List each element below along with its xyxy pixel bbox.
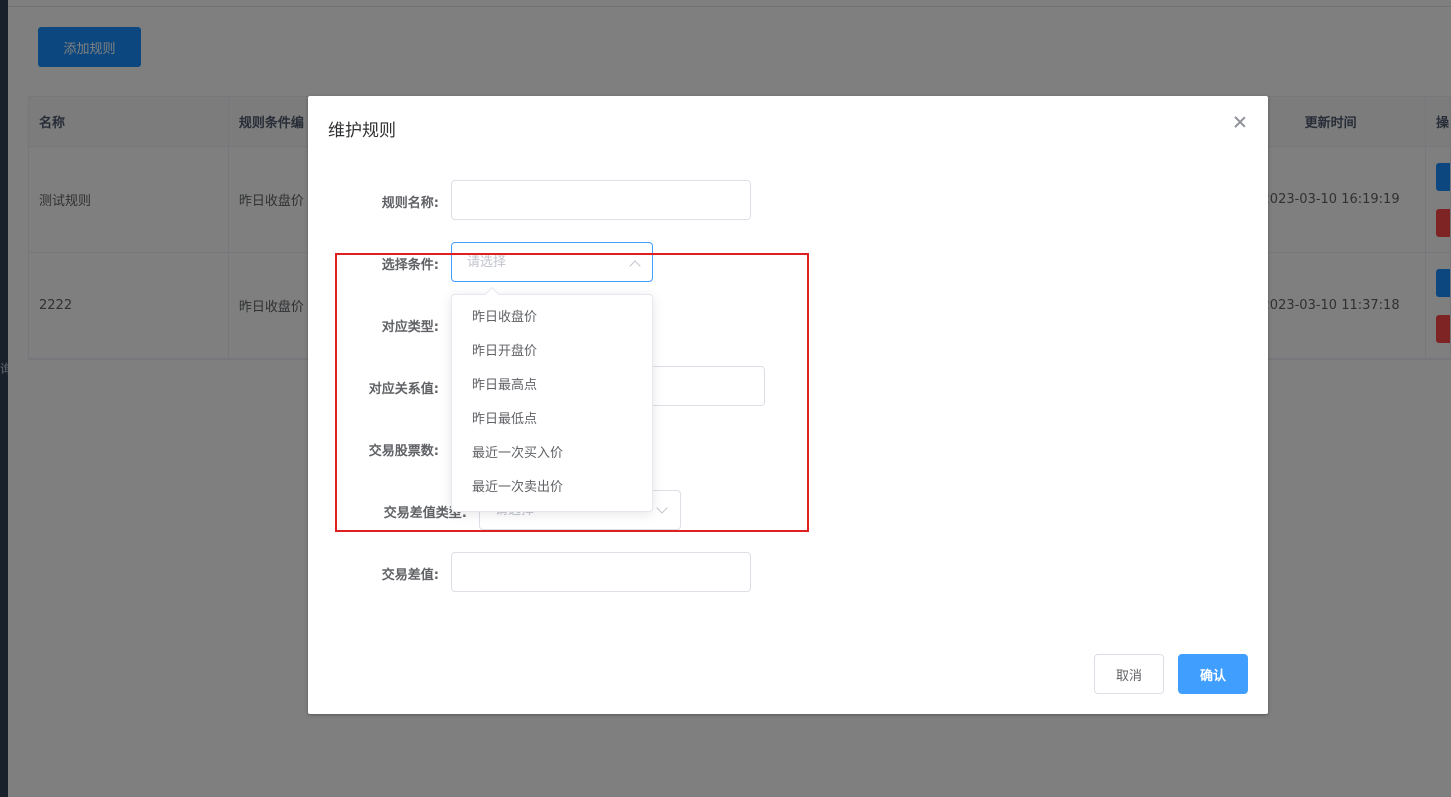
confirm-button[interactable]: 确认: [1178, 654, 1248, 694]
rule-name-input[interactable]: [451, 180, 751, 220]
dropdown-option[interactable]: 昨日最高点: [452, 369, 652, 403]
dropdown-option[interactable]: 昨日收盘价: [452, 301, 652, 335]
condition-dropdown: 昨日收盘价 昨日开盘价 昨日最高点 昨日最低点 最近一次买入价 最近一次卖出价: [451, 286, 653, 512]
condition-select[interactable]: [451, 242, 653, 282]
dropdown-option[interactable]: 最近一次买入价: [452, 437, 652, 471]
rule-name-label: 规则名称:: [381, 196, 439, 211]
diff-type-label: 交易差值类型:: [383, 506, 467, 521]
dropdown-option[interactable]: 昨日最低点: [452, 403, 652, 437]
dialog-title: 维护规则: [328, 121, 396, 141]
dropdown-option[interactable]: 昨日开盘价: [452, 335, 652, 369]
relation-value-label: 对应关系值:: [368, 382, 439, 397]
diff-label: 交易差值:: [381, 568, 439, 583]
close-icon[interactable]: [1232, 114, 1248, 130]
cancel-button[interactable]: 取消: [1094, 654, 1164, 694]
dropdown-option[interactable]: 最近一次卖出价: [452, 471, 652, 505]
shares-label: 交易股票数:: [368, 444, 439, 459]
condition-label: 选择条件:: [381, 258, 439, 273]
type-label: 对应类型:: [381, 320, 439, 335]
diff-input[interactable]: [451, 552, 751, 592]
rule-dialog: 维护规则 规则名称: 选择条件: 对应类型: 对应关系值: 交易股票数: 交易差…: [308, 96, 1268, 714]
dropdown-caret: [484, 286, 500, 302]
